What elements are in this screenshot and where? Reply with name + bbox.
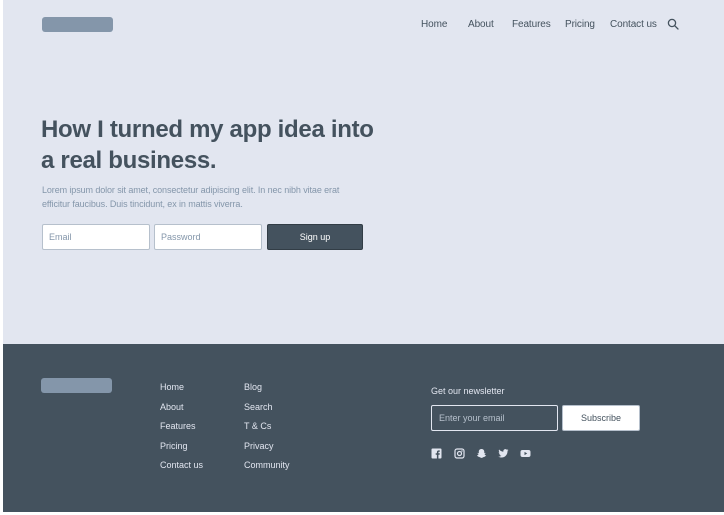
- list-item: Features: [160, 416, 203, 436]
- main-nav: Home About Features Pricing Contact us: [3, 17, 724, 32]
- search-icon[interactable]: [667, 18, 679, 30]
- footer-logo[interactable]: [41, 378, 112, 393]
- hero-subtitle-line-1: Lorem ipsum dolor sit amet, consectetur …: [42, 185, 340, 195]
- snapchat-icon[interactable]: [476, 446, 487, 458]
- footer-links-col-2: Blog Search T & Cs Privacy Community: [244, 377, 290, 475]
- list-item: Community: [244, 455, 290, 475]
- footer-link-contact-us[interactable]: Contact us: [160, 460, 203, 470]
- list-item: Contact us: [160, 455, 203, 475]
- password-field[interactable]: [154, 224, 262, 250]
- nav-home[interactable]: Home: [421, 17, 447, 32]
- footer-link-blog[interactable]: Blog: [244, 382, 262, 392]
- instagram-icon[interactable]: [454, 446, 465, 459]
- footer-link-about[interactable]: About: [160, 402, 184, 412]
- footer-link-home[interactable]: Home: [160, 382, 184, 392]
- hero-subtitle: Lorem ipsum dolor sit amet, consectetur …: [42, 183, 362, 211]
- nav-features[interactable]: Features: [512, 17, 551, 32]
- footer-link-features[interactable]: Features: [160, 421, 196, 431]
- footer-link-privacy[interactable]: Privacy: [244, 441, 274, 451]
- hero-subtitle-line-2: efficitur faucibus. Duis tincidunt, ex i…: [42, 199, 243, 209]
- list-item: Blog: [244, 377, 290, 397]
- newsletter-title: Get our newsletter: [431, 386, 505, 396]
- footer-link-pricing[interactable]: Pricing: [160, 441, 188, 451]
- footer: Home About Features Pricing Contact us B…: [3, 344, 724, 512]
- list-item: Privacy: [244, 436, 290, 456]
- footer-links-col-1: Home About Features Pricing Contact us: [160, 377, 203, 475]
- nav-pricing[interactable]: Pricing: [565, 17, 595, 32]
- list-item: About: [160, 397, 203, 417]
- youtube-icon[interactable]: [520, 446, 531, 457]
- footer-link-search[interactable]: Search: [244, 402, 273, 412]
- list-item: Search: [244, 397, 290, 417]
- email-field[interactable]: [42, 224, 150, 250]
- footer-link-terms[interactable]: T & Cs: [244, 421, 271, 431]
- hero-title: How I turned my app idea into a real bus…: [41, 114, 381, 176]
- hero-title-line-1: How I turned my app idea into: [41, 116, 374, 143]
- facebook-icon[interactable]: [431, 446, 442, 459]
- newsletter-email-field[interactable]: [431, 405, 558, 431]
- twitter-icon[interactable]: [498, 446, 509, 458]
- nav-about[interactable]: About: [468, 17, 494, 32]
- nav-contact-us[interactable]: Contact us: [610, 17, 657, 32]
- subscribe-button[interactable]: Subscribe: [562, 405, 640, 431]
- sign-up-button[interactable]: Sign up: [267, 224, 363, 250]
- footer-link-community[interactable]: Community: [244, 460, 290, 470]
- hero-title-line-2: a real business.: [41, 147, 217, 174]
- hero-section: Home About Features Pricing Contact us H…: [3, 0, 724, 344]
- list-item: Home: [160, 377, 203, 397]
- list-item: T & Cs: [244, 416, 290, 436]
- list-item: Pricing: [160, 436, 203, 456]
